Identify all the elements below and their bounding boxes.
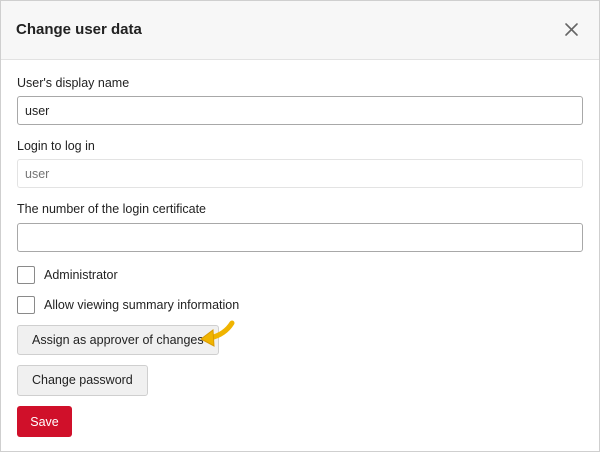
allow-summary-checkbox[interactable] xyxy=(17,296,35,314)
display-name-label: User's display name xyxy=(17,76,130,90)
dialog-header: Change user data xyxy=(1,1,599,60)
close-icon xyxy=(565,23,578,36)
save-button[interactable]: Save xyxy=(17,406,72,437)
assign-approver-button[interactable]: Assign as approver of changes xyxy=(17,325,219,355)
administrator-checkbox[interactable] xyxy=(17,266,35,284)
close-button[interactable] xyxy=(561,19,583,41)
certificate-label: The number of the login certificate xyxy=(17,202,206,216)
certificate-input[interactable] xyxy=(17,223,583,252)
pointer-arrow-icon xyxy=(200,320,235,347)
login-label: Login to log in xyxy=(17,139,95,153)
change-password-button[interactable]: Change password xyxy=(17,365,148,396)
dialog-title: Change user data xyxy=(16,21,142,38)
change-user-dialog: Change user data User's display name Log… xyxy=(0,0,600,452)
allow-summary-label: Allow viewing summary information xyxy=(44,298,240,312)
login-input xyxy=(17,159,583,188)
display-name-input[interactable] xyxy=(17,96,583,125)
administrator-checkbox-row[interactable]: Administrator xyxy=(17,265,118,285)
allow-summary-checkbox-row[interactable]: Allow viewing summary information xyxy=(17,295,239,315)
administrator-label: Administrator xyxy=(44,268,118,282)
